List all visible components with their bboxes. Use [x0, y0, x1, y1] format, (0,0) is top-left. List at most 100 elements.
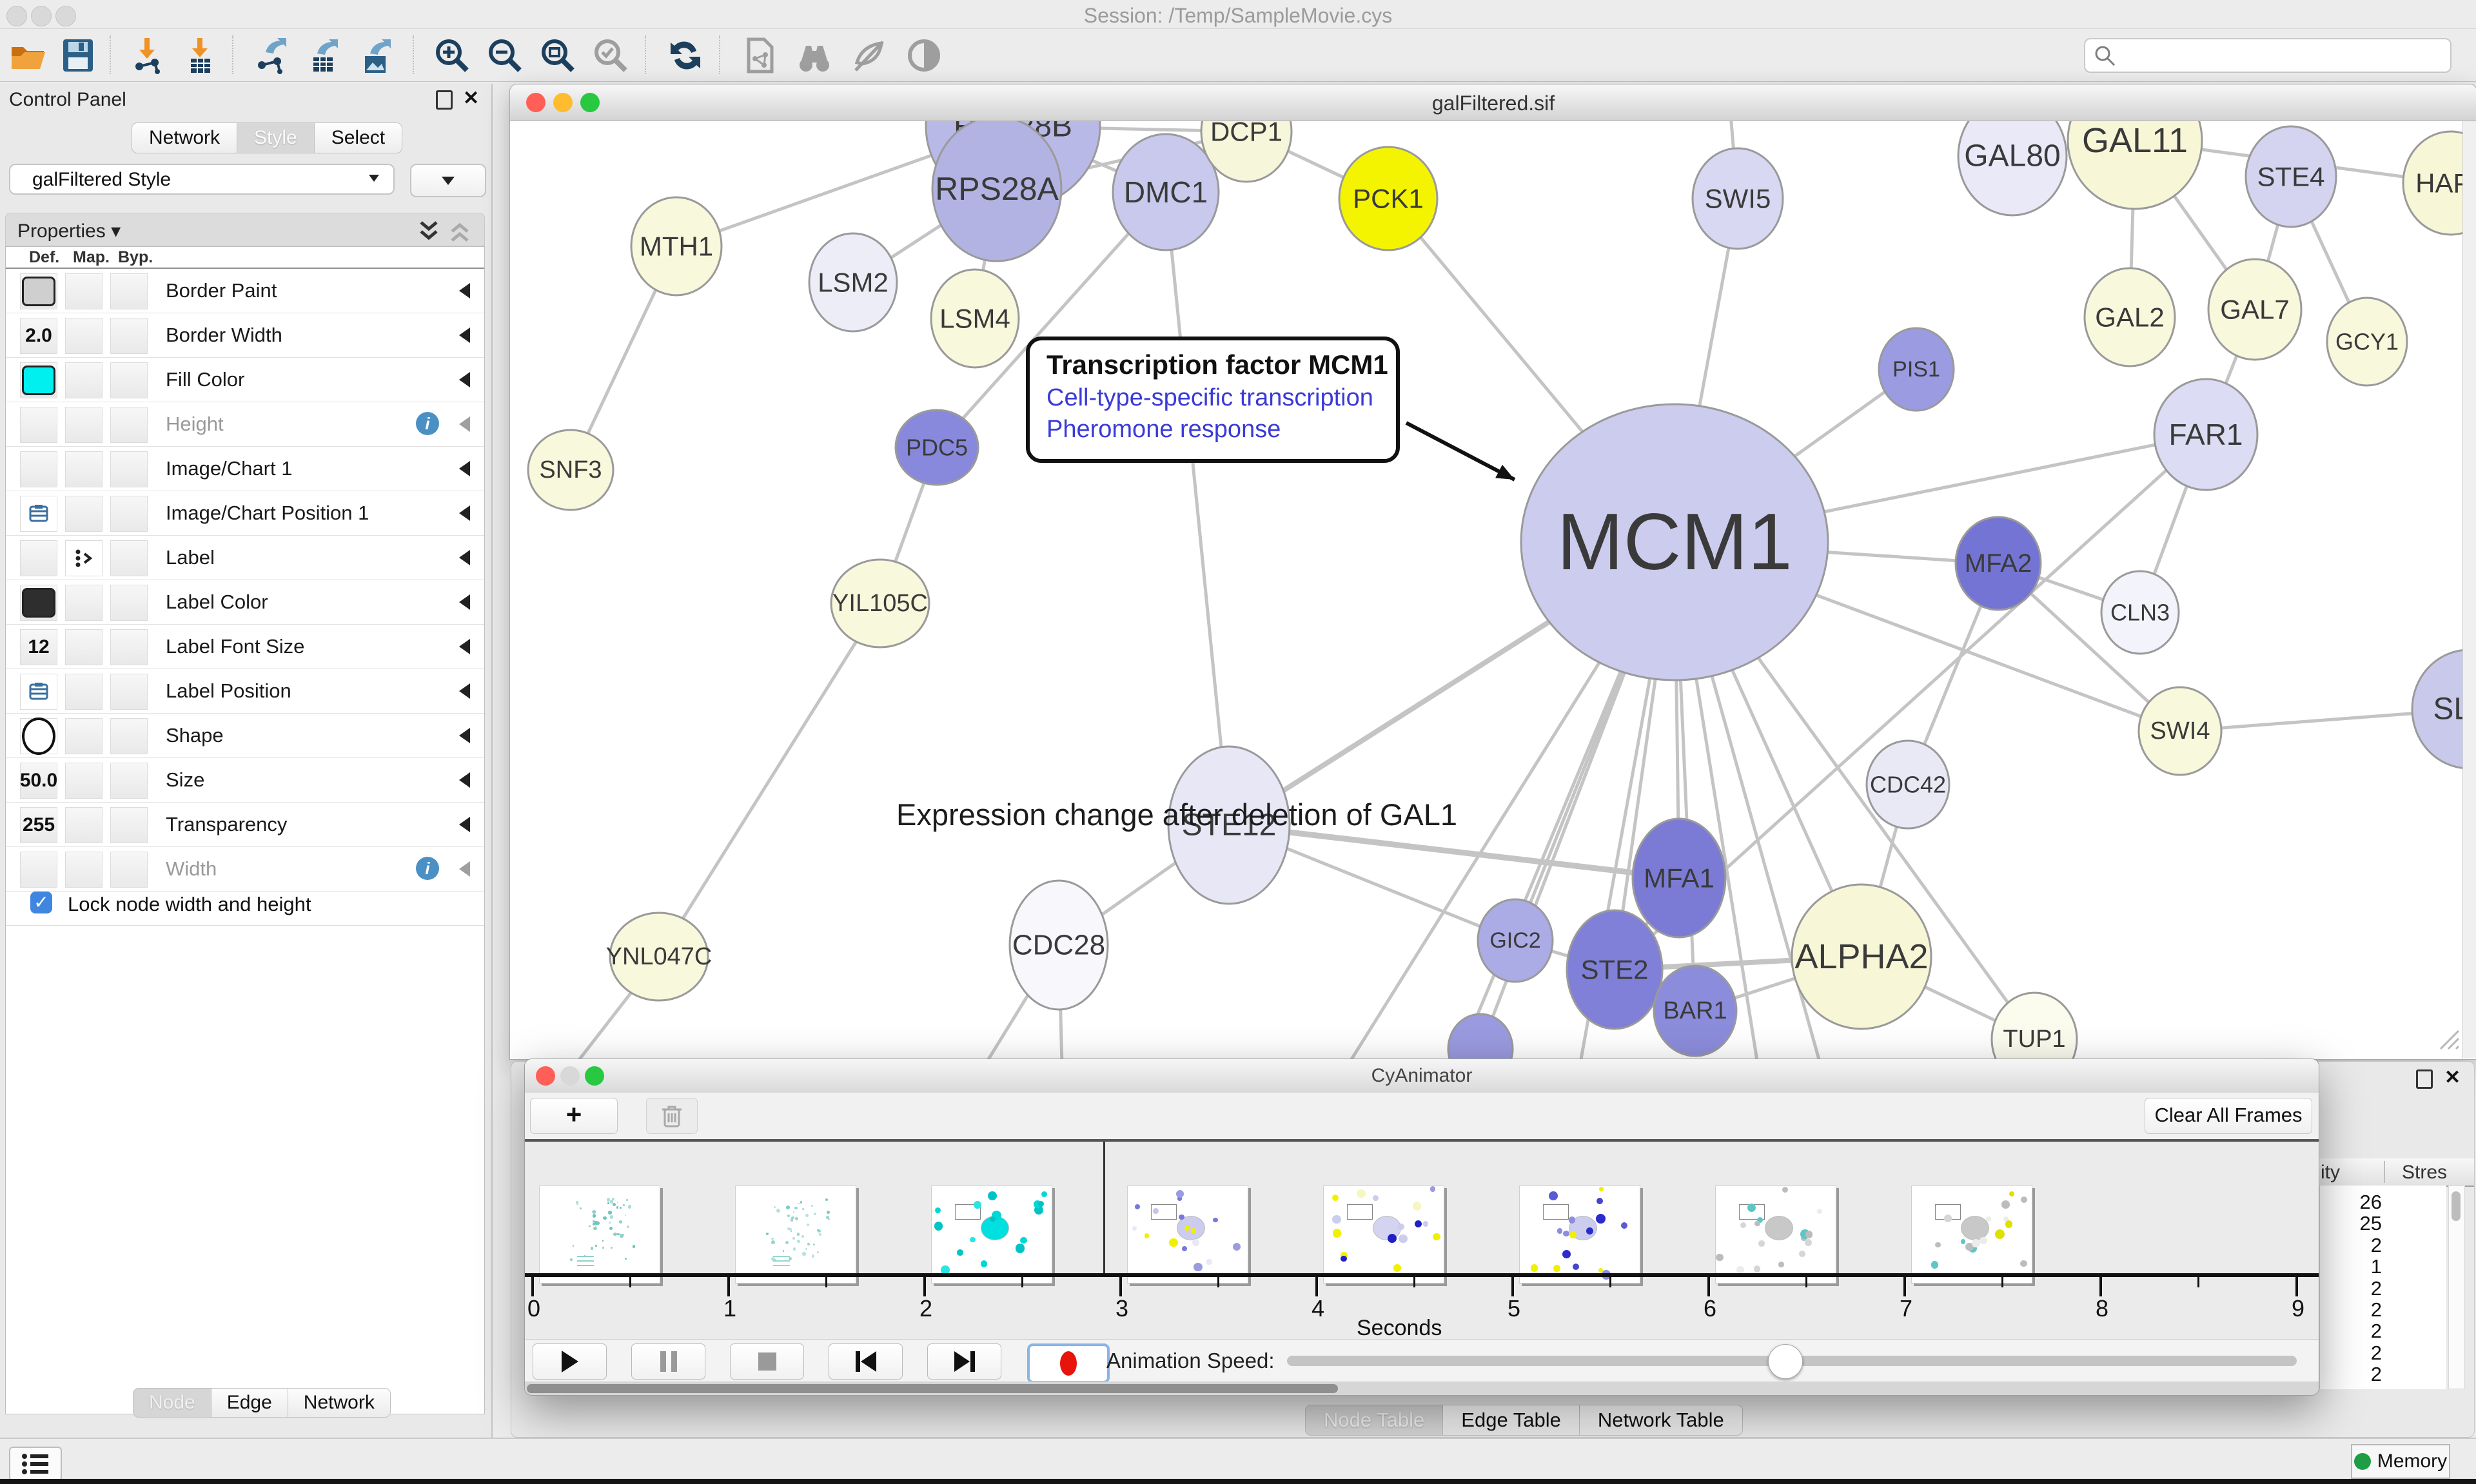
- refresh-icon[interactable]: [664, 34, 707, 77]
- search-field[interactable]: [2084, 38, 2451, 73]
- style-selector[interactable]: galFiltered Style: [9, 164, 395, 195]
- property-row-image-chart-position-1[interactable]: Image/Chart Position 1: [6, 491, 484, 536]
- save-session-icon[interactable]: [57, 34, 99, 77]
- info-icon[interactable]: i: [416, 412, 439, 435]
- table-cell-value[interactable]: 1: [2320, 1255, 2382, 1278]
- timeline-horizontal-scrollbar[interactable]: [525, 1381, 2319, 1396]
- frame-thumbnail-6s[interactable]: [1715, 1186, 1836, 1284]
- frame-thumbnail-5s[interactable]: [1519, 1186, 1640, 1284]
- collapse-arrow-icon[interactable]: [459, 639, 470, 654]
- edge-YIL105C-YNL047C[interactable]: [659, 603, 880, 957]
- annotation-link[interactable]: Pheromone response: [1046, 416, 1396, 444]
- record-button[interactable]: [1027, 1343, 1110, 1383]
- search-binoculars-icon[interactable]: [793, 34, 836, 77]
- close-panel-icon[interactable]: ✕: [463, 90, 480, 107]
- expand-all-icon[interactable]: [416, 219, 442, 244]
- cyanimator-titlebar[interactable]: CyAnimator: [525, 1059, 2319, 1093]
- task-history-button[interactable]: [9, 1447, 62, 1481]
- bottom-tab-edge[interactable]: Edge: [211, 1388, 288, 1418]
- import-table-icon[interactable]: [179, 34, 222, 77]
- property-row-label-font-size[interactable]: 12Label Font Size: [6, 625, 484, 669]
- zoom-out-icon[interactable]: [484, 34, 526, 77]
- table-cell-value[interactable]: 26: [2320, 1191, 2382, 1214]
- table-cell-value[interactable]: 2: [2320, 1320, 2382, 1343]
- checkbox-checked-icon[interactable]: ✓: [30, 892, 52, 913]
- float-panel-icon[interactable]: [2416, 1069, 2433, 1086]
- network-document-icon[interactable]: [738, 34, 781, 77]
- scrollbar-thumb[interactable]: [527, 1384, 1338, 1393]
- property-row-border-width[interactable]: 2.0Border Width: [6, 313, 484, 358]
- properties-header[interactable]: Properties ▾: [5, 213, 485, 246]
- play-button[interactable]: [533, 1343, 607, 1380]
- frame-thumbnail-3s[interactable]: [1127, 1186, 1248, 1284]
- skip-to-end-button[interactable]: [927, 1343, 1001, 1380]
- bottom-tab-network[interactable]: Network: [288, 1388, 391, 1418]
- collapse-arrow-icon[interactable]: [459, 283, 470, 298]
- collapse-arrow-icon[interactable]: [459, 327, 470, 343]
- zoom-fit-icon[interactable]: [536, 34, 579, 77]
- zoom-in-icon[interactable]: [431, 34, 473, 77]
- frame-thumbnail-7s[interactable]: [1911, 1186, 2032, 1284]
- collapse-arrow-icon[interactable]: [459, 594, 470, 610]
- tab-edge-table[interactable]: Edge Table: [1443, 1405, 1580, 1436]
- delete-frame-button[interactable]: [646, 1098, 698, 1134]
- style-options-button[interactable]: [410, 164, 486, 197]
- bottom-tab-node[interactable]: Node: [133, 1388, 211, 1418]
- lock-dimensions-row[interactable]: ✓ Lock node width and height: [6, 883, 484, 926]
- export-network-icon[interactable]: [250, 34, 293, 77]
- table-rows[interactable]: 26252122222: [2319, 1186, 2446, 1389]
- playhead[interactable]: [1103, 1142, 1105, 1273]
- collapse-arrow-icon[interactable]: [459, 772, 470, 788]
- timeline[interactable]: 0123456789 Seconds: [525, 1142, 2319, 1339]
- tab-network[interactable]: Network: [132, 122, 237, 153]
- collapse-arrow-icon[interactable]: [459, 372, 470, 387]
- table-cell-value[interactable]: 2: [2320, 1363, 2382, 1386]
- color-swatch[interactable]: [22, 588, 55, 618]
- open-session-icon[interactable]: [6, 34, 49, 77]
- property-row-label-color[interactable]: Label Color: [6, 580, 484, 625]
- network-canvas[interactable]: RPS28BRPS28ADMC1DCP1PCK1MTH1LSM2LSM4SNF3…: [511, 121, 2462, 1059]
- info-icon[interactable]: i: [416, 857, 439, 880]
- search-input[interactable]: [2124, 42, 2442, 68]
- tab-style[interactable]: Style: [237, 122, 315, 153]
- property-row-height[interactable]: Heighti: [6, 402, 484, 447]
- tab-node-table[interactable]: Node Table: [1305, 1405, 1443, 1436]
- color-swatch[interactable]: [22, 277, 55, 306]
- export-table-icon[interactable]: [303, 34, 346, 77]
- property-row-size[interactable]: 50.0Size: [6, 758, 484, 803]
- clear-all-frames-button[interactable]: Clear All Frames: [2145, 1098, 2312, 1134]
- color-swatch[interactable]: [22, 366, 55, 395]
- collapse-arrow-icon[interactable]: [459, 461, 470, 476]
- tab-select[interactable]: Select: [315, 122, 402, 153]
- collapse-arrow-icon[interactable]: [459, 505, 470, 521]
- table-cell-value[interactable]: 25: [2320, 1212, 2382, 1235]
- collapse-all-icon[interactable]: [447, 219, 473, 244]
- annotation-box[interactable]: Transcription factor MCM1 Cell-type-spec…: [1026, 337, 1400, 463]
- network-graph[interactable]: RPS28BRPS28ADMC1DCP1PCK1MTH1LSM2LSM4SNF3…: [511, 121, 2462, 1059]
- table-cell-value[interactable]: 2: [2320, 1298, 2382, 1322]
- memory-button[interactable]: Memory: [2351, 1444, 2450, 1479]
- network-vertical-scrollbar[interactable]: [2462, 121, 2476, 1059]
- add-frame-button[interactable]: +: [530, 1098, 618, 1134]
- tab-network-table[interactable]: Network Table: [1580, 1405, 1743, 1436]
- collapse-arrow-icon[interactable]: [459, 817, 470, 832]
- frame-thumbnail-0s[interactable]: [539, 1186, 660, 1284]
- export-image-icon[interactable]: [356, 34, 398, 77]
- table-cell-value[interactable]: 2: [2320, 1234, 2382, 1257]
- property-row-label-position[interactable]: Label Position: [6, 669, 484, 714]
- slider-thumb[interactable]: [1768, 1344, 1803, 1379]
- frame-thumbnail-1s[interactable]: [735, 1186, 856, 1284]
- resize-grip-icon[interactable]: [2434, 1024, 2460, 1050]
- import-network-icon[interactable]: [126, 34, 169, 77]
- collapse-arrow-icon[interactable]: [459, 683, 470, 699]
- zoom-selected-icon[interactable]: [589, 34, 632, 77]
- collapse-arrow-icon[interactable]: [459, 416, 470, 432]
- node-unlabeled[interactable]: [1448, 1014, 1513, 1059]
- show-details-icon[interactable]: [903, 34, 945, 77]
- property-row-shape[interactable]: Shape: [6, 714, 484, 758]
- table-cell-value[interactable]: 2: [2320, 1342, 2382, 1365]
- network-window-titlebar[interactable]: galFiltered.sif: [510, 84, 2476, 121]
- collapse-arrow-icon[interactable]: [459, 728, 470, 743]
- property-row-fill-color[interactable]: Fill Color: [6, 358, 484, 402]
- stop-button[interactable]: [730, 1343, 804, 1380]
